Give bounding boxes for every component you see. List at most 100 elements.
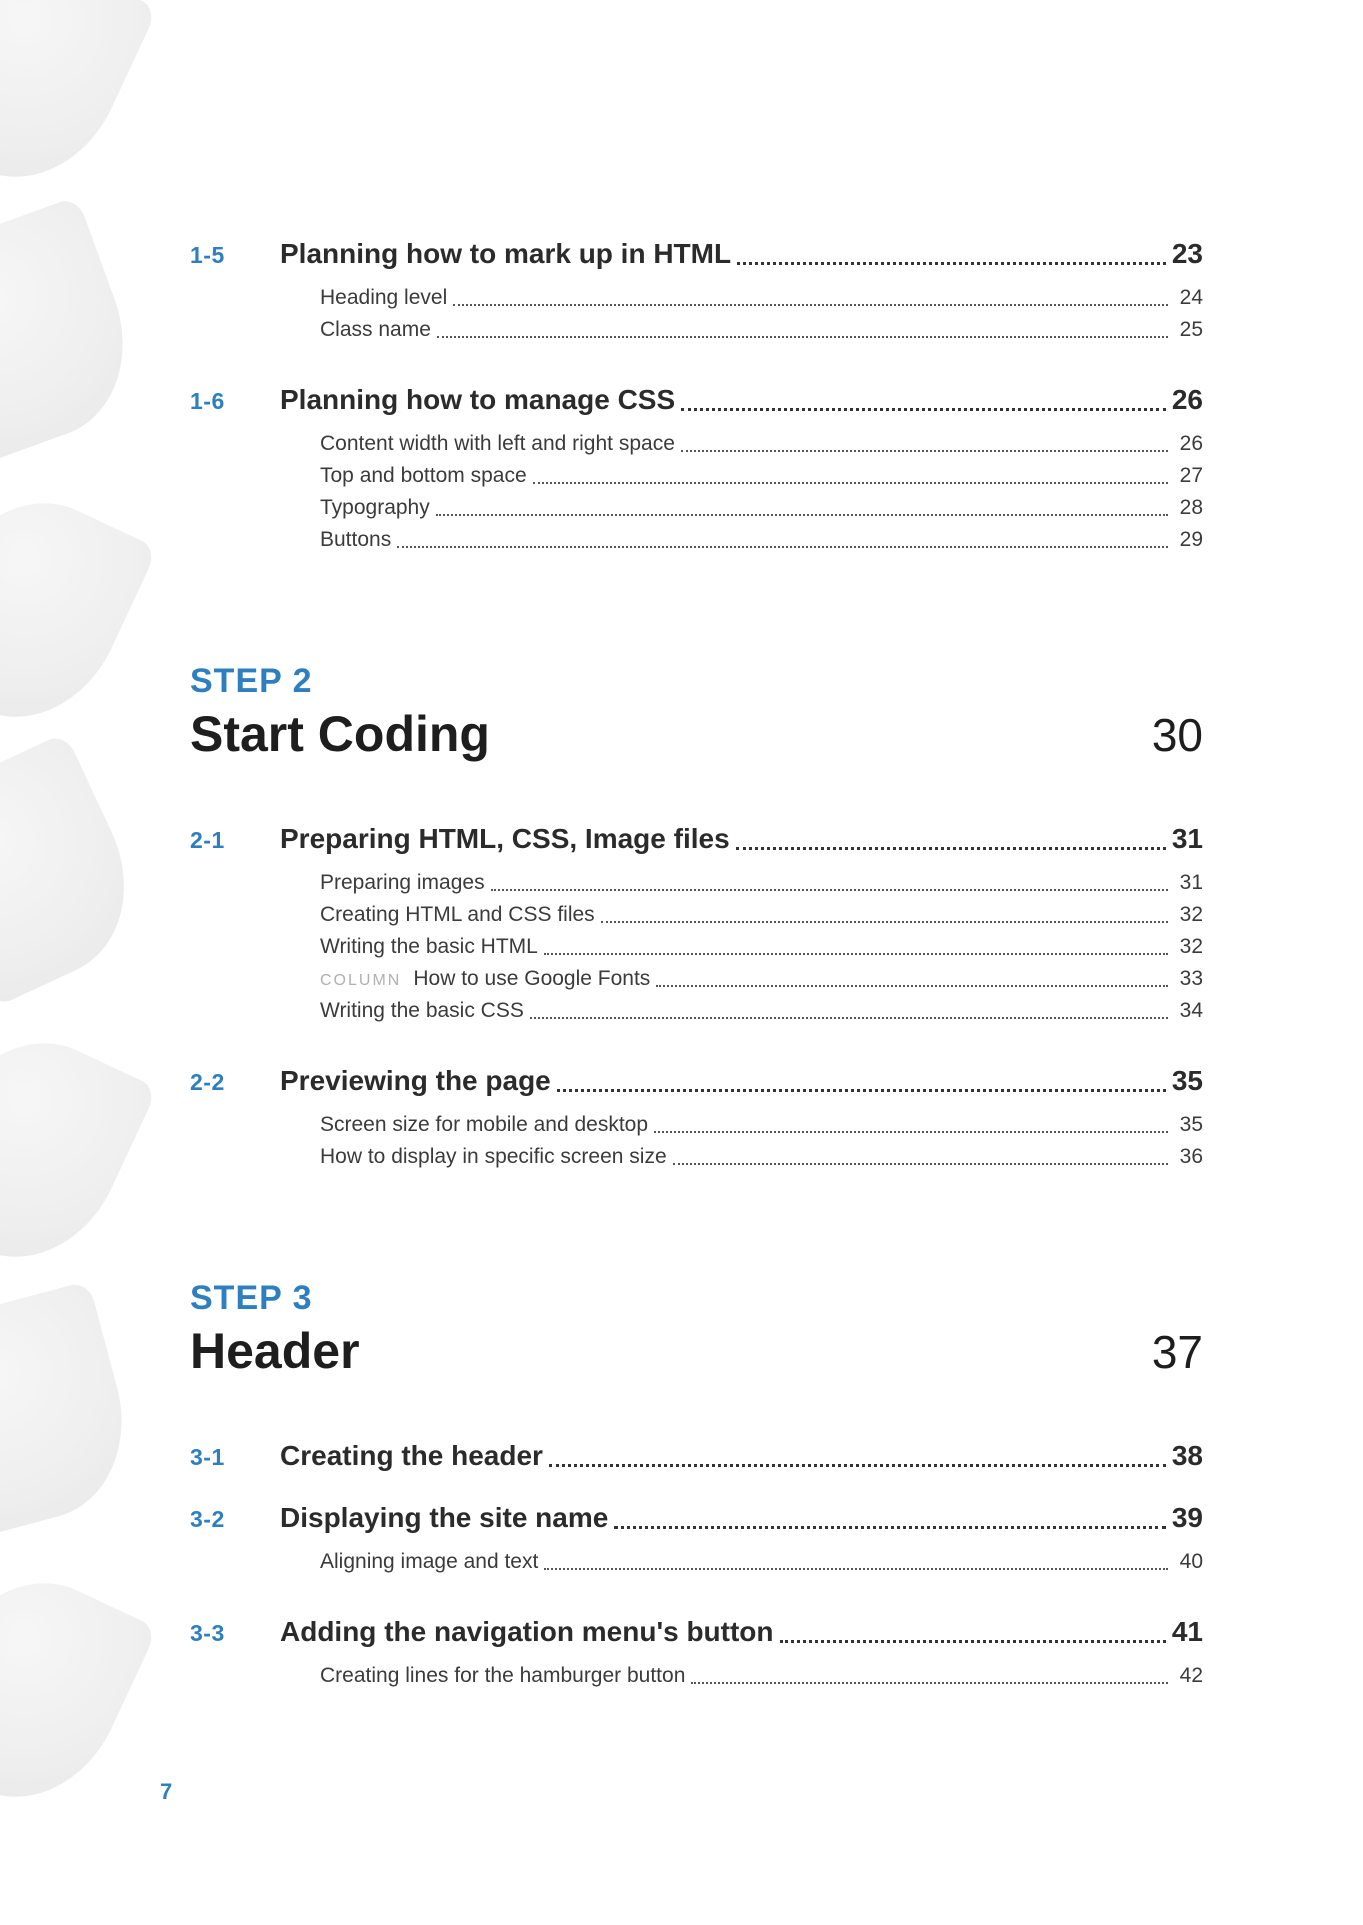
subsection-page: 40 (1174, 1550, 1203, 1574)
subsection-list: Aligning image and text 40 (190, 1550, 1203, 1574)
toc-subsection-row: Screen size for mobile and desktop35 (190, 1113, 1203, 1137)
toc-section-row: 3-2Displaying the site name39 (190, 1502, 1203, 1534)
subsection-list: Content width with left and right space 2… (190, 432, 1203, 552)
section-title: Adding the navigation menu's button (280, 1616, 774, 1648)
step-title: Header (190, 1322, 360, 1380)
subsection-title: Aligning image and text (320, 1550, 538, 1574)
subsection-page: 32 (1174, 903, 1203, 927)
section-page: 41 (1172, 1616, 1203, 1648)
subsection-page: 26 (1174, 432, 1203, 456)
dot-leader (614, 1526, 1166, 1529)
section-page: 38 (1172, 1440, 1203, 1472)
subsection-title: Writing the basic HTML (320, 935, 538, 959)
toc-section-row: 3-1Creating the header 38 (190, 1440, 1203, 1472)
dot-leader (549, 1464, 1166, 1467)
step-title-row: Start Coding 30 (190, 705, 1203, 763)
dot-leader (436, 514, 1168, 516)
dot-leader (544, 1568, 1167, 1570)
section-number: 2-1 (190, 827, 280, 854)
section-number: 1-5 (190, 242, 280, 269)
step-title-row: Header 37 (190, 1322, 1203, 1380)
section-title: Previewing the page (280, 1065, 551, 1097)
subsection-page: 31 (1174, 871, 1203, 895)
toc-subsection-row: Preparing images 31 (190, 871, 1203, 895)
toc-subsection-row: Heading level24 (190, 286, 1203, 310)
toc-subsection-row: Aligning image and text 40 (190, 1550, 1203, 1574)
section-number: 3-3 (190, 1620, 280, 1647)
dot-leader (601, 921, 1168, 923)
dot-leader (736, 847, 1166, 850)
subsection-title: How to use Google Fonts (413, 967, 650, 991)
section-title: Preparing HTML, CSS, Image files (280, 823, 730, 855)
dot-leader (453, 304, 1167, 306)
dot-leader (491, 889, 1168, 891)
subsection-title: Typography (320, 496, 430, 520)
toc-subsection-row: Top and bottom space27 (190, 464, 1203, 488)
toc-subsection-row: How to display in specific screen size 36 (190, 1145, 1203, 1169)
section-number: 3-1 (190, 1444, 280, 1471)
subsection-title: Class name (320, 318, 431, 342)
subsection-title: Writing the basic CSS (320, 999, 524, 1023)
toc-subsection-row: Content width with left and right space 2… (190, 432, 1203, 456)
dot-leader (437, 336, 1168, 338)
subsection-title: Preparing images (320, 871, 485, 895)
toc-subsection-row: Writing the basic CSS 34 (190, 999, 1203, 1023)
section-page: 26 (1172, 384, 1203, 416)
step-label: STEP 2 (190, 662, 1203, 701)
toc-subsection-row: Typography 28 (190, 496, 1203, 520)
dot-leader (691, 1682, 1167, 1684)
dot-leader (530, 1017, 1168, 1019)
subsection-title: Buttons (320, 528, 391, 552)
subsection-page: 27 (1174, 464, 1203, 488)
subsection-page: 34 (1174, 999, 1203, 1023)
step-page: 37 (1152, 1325, 1203, 1379)
toc-section-row: 1-5Planning how to mark up in HTML 23 (190, 238, 1203, 270)
document-page: 1-5Planning how to mark up in HTML 23 Head… (0, 0, 1363, 1925)
toc-content: 1-5Planning how to mark up in HTML 23 Head… (0, 0, 1363, 1688)
subsection-page: 33 (1174, 967, 1203, 991)
dot-leader (544, 953, 1168, 955)
dot-leader (557, 1089, 1166, 1092)
subsection-page: 32 (1174, 935, 1203, 959)
toc-subsection-row: COLUMN How to use Google Fonts 33 (190, 967, 1203, 991)
step-block: STEP 3 Header 37 (190, 1279, 1203, 1380)
section-title: Creating the header (280, 1440, 543, 1472)
dot-leader (737, 262, 1166, 265)
section-number: 3-2 (190, 1506, 280, 1533)
section-number: 2-2 (190, 1069, 280, 1096)
toc-subsection-row: Writing the basic HTML 32 (190, 935, 1203, 959)
subsection-page: 25 (1174, 318, 1203, 342)
toc-subsection-row: Class name 25 (190, 318, 1203, 342)
toc-subsection-row: Buttons 29 (190, 528, 1203, 552)
dot-leader (673, 1163, 1168, 1165)
section-page: 23 (1172, 238, 1203, 270)
toc-subsection-row: Creating lines for the hamburger button 4… (190, 1664, 1203, 1688)
subsection-prefix: COLUMN (320, 972, 401, 990)
dot-leader (533, 482, 1168, 484)
step-block: STEP 2 Start Coding 30 (190, 662, 1203, 763)
step-label: STEP 3 (190, 1279, 1203, 1318)
subsection-page: 28 (1174, 496, 1203, 520)
subsection-title: Creating lines for the hamburger button (320, 1664, 685, 1688)
section-number: 1-6 (190, 388, 280, 415)
section-title: Planning how to mark up in HTML (280, 238, 731, 270)
dot-leader (656, 985, 1167, 987)
subsection-list: Preparing images 31 Creating HTML and CSS … (190, 871, 1203, 1023)
subsection-list: Screen size for mobile and desktop35 How … (190, 1113, 1203, 1169)
subsection-title: How to display in specific screen size (320, 1145, 667, 1169)
section-page: 35 (1172, 1065, 1203, 1097)
subsection-page: 42 (1174, 1664, 1203, 1688)
subsection-title: Content width with left and right space (320, 432, 675, 456)
step-page: 30 (1152, 708, 1203, 762)
toc-subsection-row: Creating HTML and CSS files32 (190, 903, 1203, 927)
subsection-list: Heading level24 Class name 25 (190, 286, 1203, 342)
subsection-page: 29 (1174, 528, 1203, 552)
subsection-page: 24 (1174, 286, 1203, 310)
step-title: Start Coding (190, 705, 490, 763)
subsection-page: 36 (1174, 1145, 1203, 1169)
subsection-title: Screen size for mobile and desktop (320, 1113, 648, 1137)
dot-leader (780, 1640, 1166, 1643)
toc-section-row: 1-6Planning how to manage CSS26 (190, 384, 1203, 416)
page-number: 7 (160, 1779, 172, 1805)
toc-section-row: 3-3Adding the navigation menu's button 41 (190, 1616, 1203, 1648)
